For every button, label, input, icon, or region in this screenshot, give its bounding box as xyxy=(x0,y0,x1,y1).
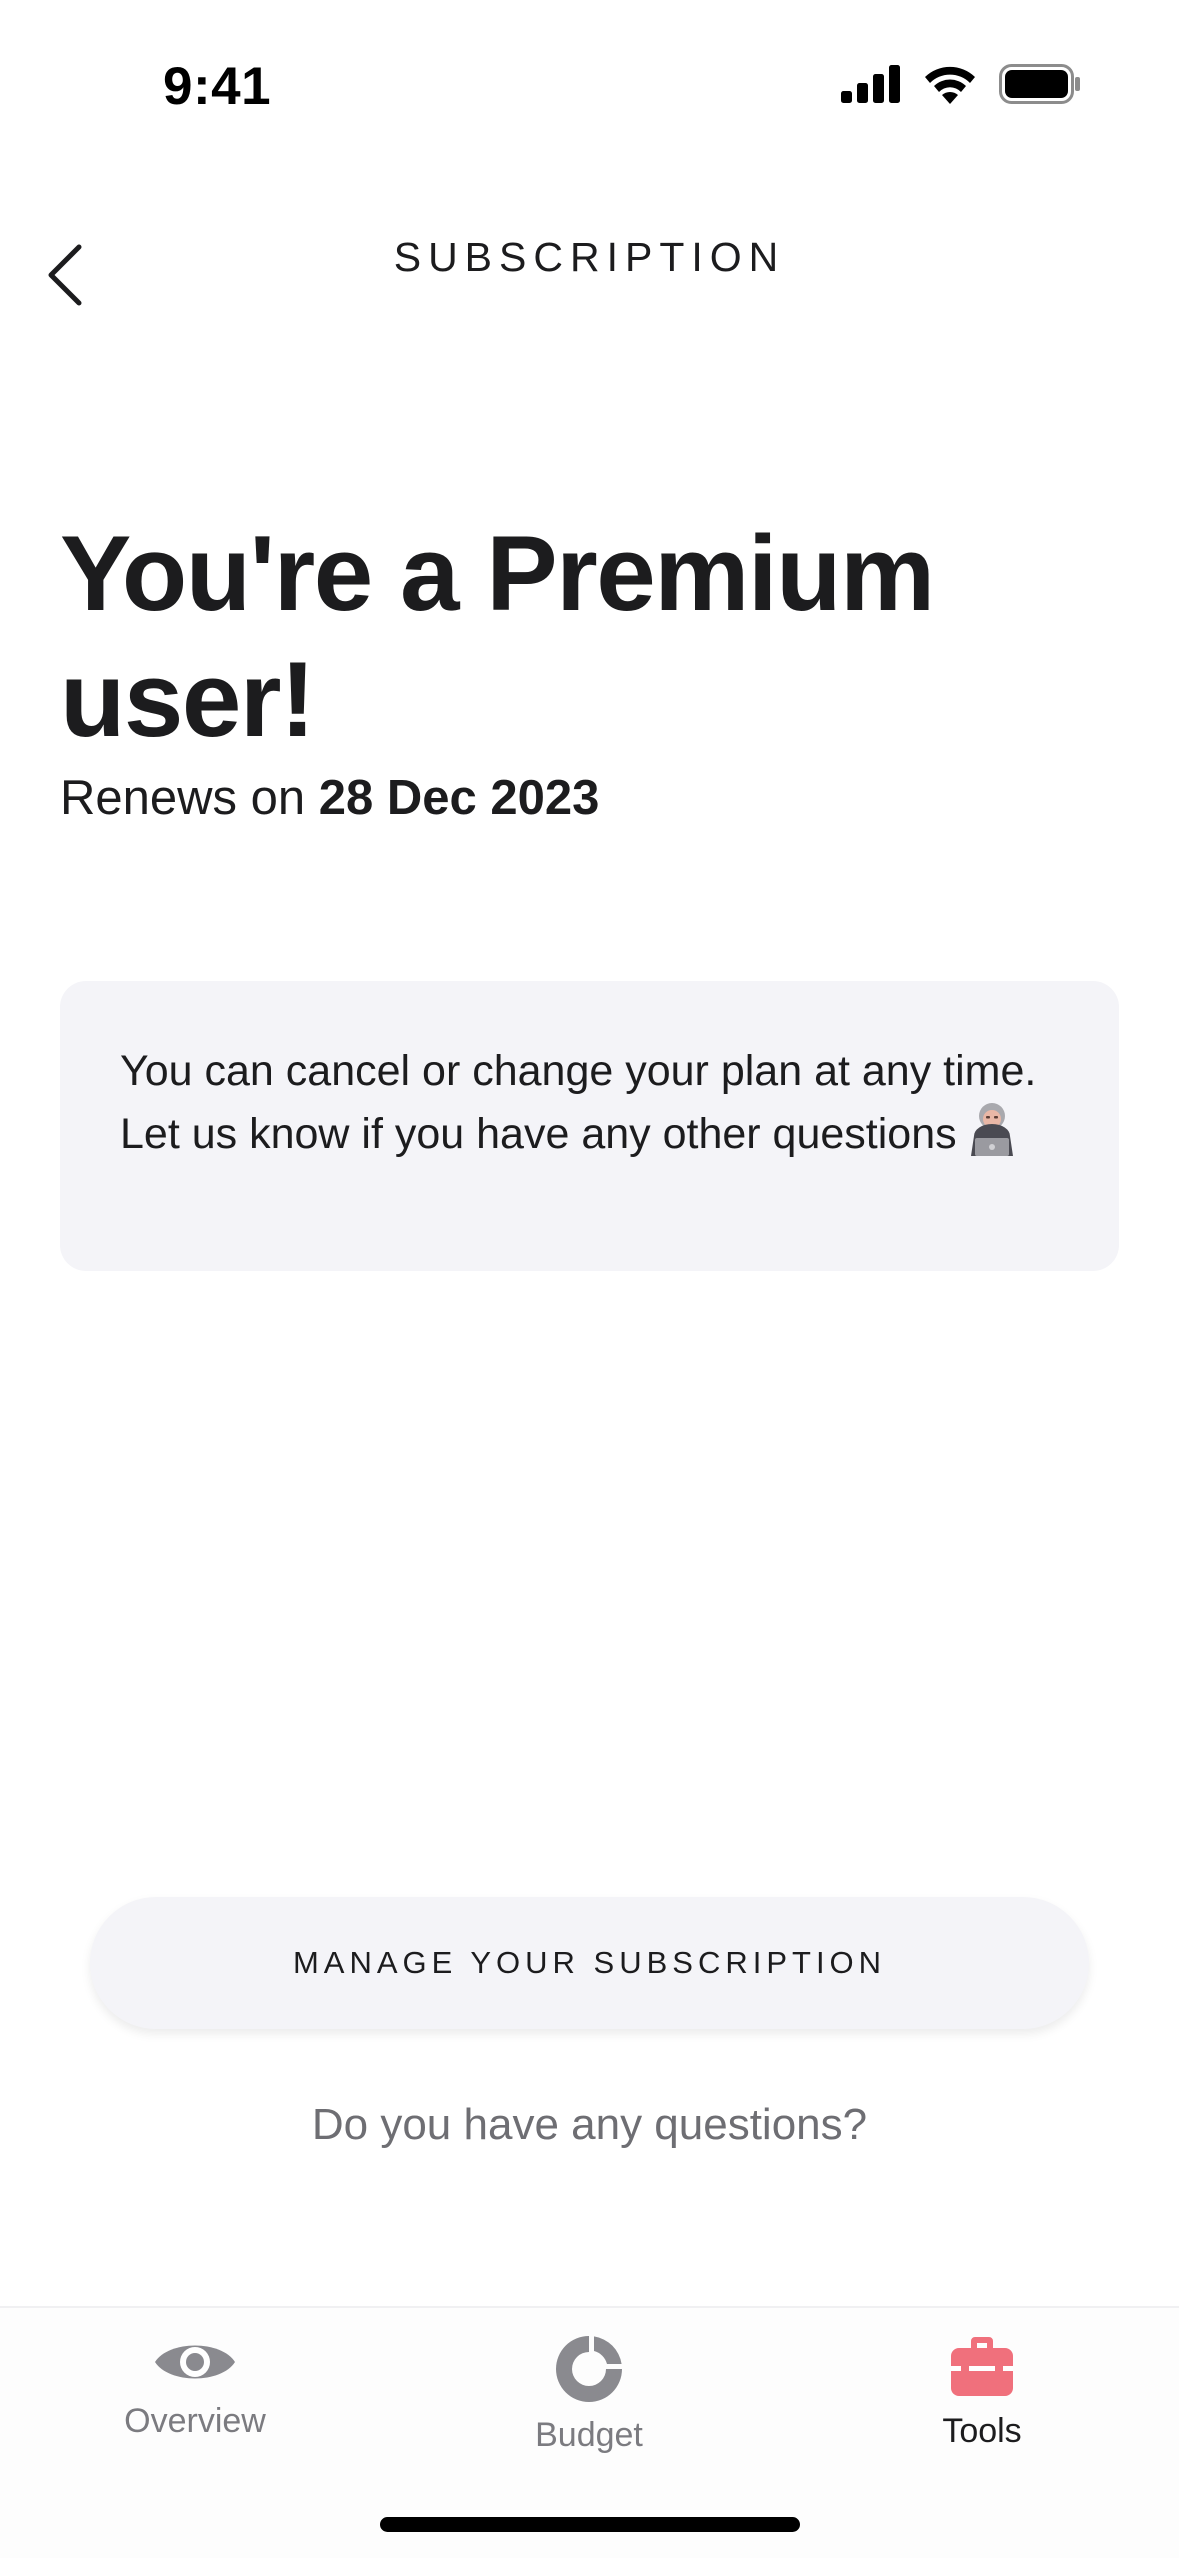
questions-link[interactable]: Do you have any questions? xyxy=(0,2100,1179,2150)
status-time: 9:41 xyxy=(163,57,272,116)
battery-icon xyxy=(999,64,1080,104)
status-icons xyxy=(841,64,1081,104)
info-card: You can cancel or change your plan at an… xyxy=(60,981,1119,1271)
eye-icon xyxy=(155,2345,235,2379)
tab-label-overview: Overview xyxy=(124,2402,266,2440)
person-with-laptop-icon xyxy=(965,1100,1019,1171)
tab-budget[interactable]: Budget xyxy=(459,2334,719,2455)
status-bar: 9:41 xyxy=(0,0,1179,170)
donut-chart-icon xyxy=(556,2336,622,2402)
tab-overview[interactable]: Overview xyxy=(65,2334,325,2441)
cellular-signal-icon xyxy=(841,65,900,103)
renewal-prefix: Renews on xyxy=(60,771,319,825)
info-text: You can cancel or change your plan at an… xyxy=(120,1047,1037,1158)
nav-header: SUBSCRIPTION xyxy=(0,200,1179,310)
renewal-info: Renews on 28 Dec 2023 xyxy=(60,770,599,826)
wifi-icon xyxy=(925,66,975,104)
tab-label-budget: Budget xyxy=(535,2416,643,2454)
toolbox-icon xyxy=(951,2337,1013,2396)
info-text-wrapper: You can cancel or change your plan at an… xyxy=(120,1043,1059,1171)
tab-tools[interactable]: Tools xyxy=(852,2334,1112,2451)
renewal-date: 28 Dec 2023 xyxy=(318,771,600,825)
home-indicator xyxy=(380,2517,800,2532)
page-title: SUBSCRIPTION xyxy=(393,234,786,280)
premium-heading: You're a Premium user! xyxy=(60,513,935,759)
manage-subscription-button[interactable]: MANAGE YOUR SUBSCRIPTION xyxy=(90,1897,1089,2029)
tab-label-tools: Tools xyxy=(942,2412,1022,2450)
